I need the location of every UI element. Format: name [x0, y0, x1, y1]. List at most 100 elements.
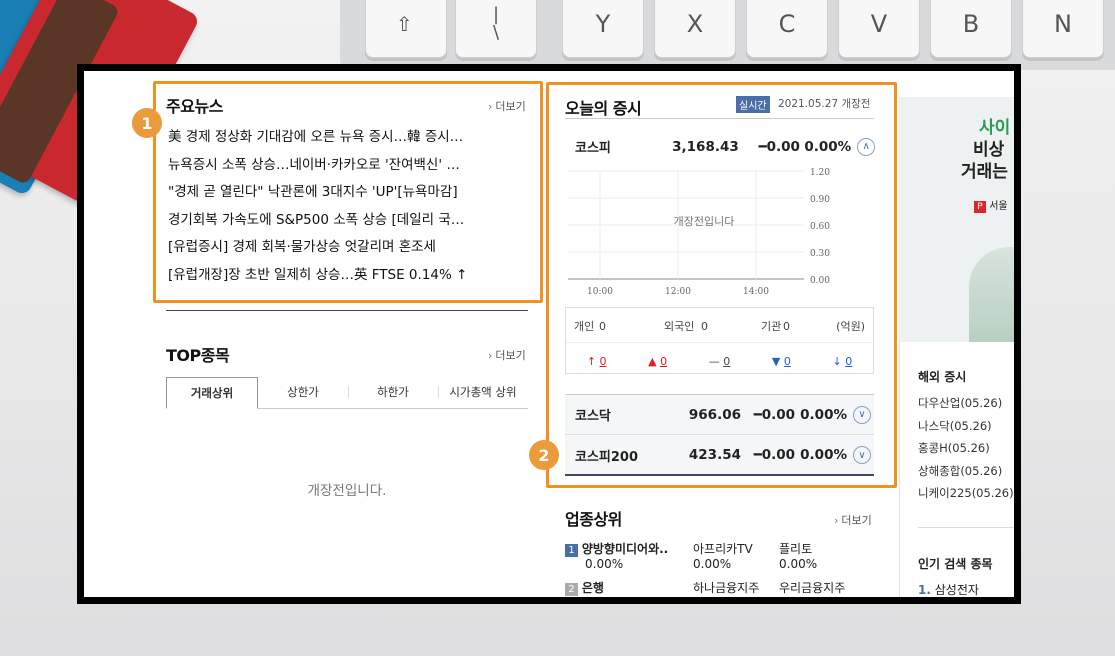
kospi200-change: ━0.00 — [753, 447, 795, 463]
fall-count[interactable]: 0 — [784, 355, 791, 368]
kosdaq-name[interactable]: 코스닥 — [575, 405, 655, 424]
y-tick-label: 1.20 — [810, 168, 830, 178]
expand-icon[interactable]: ∨ — [853, 446, 871, 464]
news-item[interactable]: 경기회복 가속도에 S&P500 소폭 상승 [데일리 국… — [168, 207, 538, 235]
sector-rank: 2 — [565, 583, 578, 596]
key-b: B — [930, 0, 1012, 58]
kospi-change: ━0.00 — [758, 138, 800, 155]
column-divider — [899, 342, 900, 597]
news-item[interactable]: [유럽개장]장 초반 일제히 상승…英 FTSE 0.14% ↑ — [168, 262, 538, 290]
sector-row: 2 은행 하나금융지주 우리금융지주 — [565, 579, 875, 596]
limit-up-count[interactable]: 0 — [600, 355, 607, 368]
overseas-title: 해외 증시 — [918, 370, 967, 384]
kosdaq-change: ━0.00 — [753, 406, 795, 423]
sector-name[interactable]: 양방향미디어와.. — [582, 542, 668, 556]
marker-1: 1 — [132, 108, 162, 138]
shift-key: ⇧ — [365, 0, 447, 58]
key-c: C — [746, 0, 828, 58]
index-list: 코스닥 966.06 ━0.00 0.00% ∨ 코스피200 423.54 ━… — [565, 394, 874, 476]
browser-screenshot: 1 주요뉴스 더보기 美 경제 정상화 기대감에 오른 뉴욕 증시…韓 증시… … — [77, 64, 1021, 604]
overseas-item[interactable]: 다우산업(05.26) — [918, 392, 1014, 415]
tab-upper-limit[interactable]: 상한가 — [258, 377, 348, 408]
y-tick-label: 0.00 — [810, 276, 830, 286]
sector-rank: 1 — [565, 544, 578, 557]
sector-stock-1[interactable]: 아프리카TV — [693, 542, 753, 556]
news-list: 美 경제 정상화 기대감에 오른 뉴욕 증시…韓 증시… 뉴욕증시 소폭 상승…… — [168, 124, 538, 289]
limit-down-count[interactable]: 0 — [845, 355, 852, 368]
sector-title: 업종상위 — [565, 510, 622, 529]
sector-stock-2[interactable]: 우리금융지주 — [779, 579, 845, 596]
y-tick-label: 0.90 — [810, 195, 830, 205]
sector-stock-1[interactable]: 하나금융지주 — [693, 579, 779, 596]
popular-name[interactable]: 삼성전자 — [935, 583, 979, 597]
collapse-icon[interactable]: ∧ — [857, 137, 875, 156]
sector-stock-2-rate: 0.00% — [779, 557, 818, 571]
overseas-item[interactable]: 나스닥(05.26) — [918, 415, 1014, 438]
rise-count[interactable]: 0 — [660, 355, 667, 368]
key-v: V — [838, 0, 920, 58]
popular-title: 인기 검색 종목 — [918, 557, 993, 571]
news-item[interactable]: "경제 곧 열린다" 낙관론에 3대지수 'UP'[뉴욕마감] — [168, 179, 538, 207]
kospi-name[interactable]: 코스피 — [575, 137, 654, 156]
individual-value: 0 — [599, 319, 606, 333]
ad-line1: 사이 — [979, 118, 1011, 138]
x-tick-label: 10:00 — [587, 287, 613, 297]
chart-notice: 개장전입니다 — [673, 215, 735, 228]
overseas-item[interactable]: 상해종합(05.26) — [918, 460, 1014, 483]
flat-icon: — — [708, 355, 720, 368]
tab-volume[interactable]: 거래상위 — [166, 377, 258, 409]
kospi-row: 코스피 3,168.43 ━0.00 0.00% ∧ — [575, 137, 875, 156]
key-y: Y — [562, 0, 644, 58]
top-more-link[interactable]: 더보기 — [488, 347, 525, 363]
ad-brand: P 서울 — [974, 197, 1008, 213]
news-item[interactable]: 美 경제 정상화 기대감에 오른 뉴욕 증시…韓 증시… — [168, 124, 538, 152]
top-empty-notice: 개장전입니다. — [307, 483, 387, 499]
limit-down-icon: ↓ — [832, 355, 842, 368]
sector-stock-2[interactable]: 플리토 — [779, 542, 812, 556]
kosdaq-row[interactable]: 코스닥 966.06 ━0.00 0.00% ∨ — [565, 395, 874, 435]
side-divider — [918, 527, 1014, 528]
y-tick-label: 0.30 — [810, 249, 830, 259]
tab-lower-limit[interactable]: 하한가 — [348, 377, 438, 408]
limit-up-icon: ↑ — [586, 355, 597, 368]
y-tick-label: 0.60 — [810, 222, 830, 232]
foreign-label: 외국인 — [664, 320, 695, 333]
market-title: 오늘의 증시 — [565, 99, 642, 118]
rise-icon: ▲ — [648, 355, 657, 368]
flat-count[interactable]: 0 — [723, 355, 730, 368]
key-n: N — [1022, 0, 1104, 58]
kosdaq-rate: 0.00% — [800, 406, 847, 423]
sector-row: 1 양방향미디어와.. 0.00% 아프리카TV 0.00% 플리토 0.00% — [565, 540, 875, 571]
kospi200-row[interactable]: 코스피200 423.54 ━0.00 0.00% ∨ — [565, 435, 874, 475]
kospi200-name[interactable]: 코스피200 — [575, 446, 655, 465]
news-more-link[interactable]: 더보기 — [488, 98, 525, 114]
kospi-rate: 0.00% — [804, 138, 852, 155]
ad-banner[interactable]: 사이 비상 거래는 P 서울 — [899, 97, 1014, 342]
key-x: X — [654, 0, 736, 58]
popular-item[interactable]: 1. 삼성전자 — [918, 581, 979, 597]
sector-more-link[interactable]: 더보기 — [834, 512, 871, 528]
kospi200-rate: 0.00% — [800, 447, 847, 463]
ad-plant-image — [969, 247, 1014, 342]
overseas-item[interactable]: 홍콩H(05.26) — [918, 437, 1014, 460]
brand-logo-icon: P — [974, 201, 986, 213]
market-divider — [565, 118, 874, 119]
kospi200-value: 423.54 — [688, 447, 741, 463]
market-date: 2021.05.27 개장전 — [778, 98, 871, 110]
overseas-item[interactable]: 니케이225(05.26) — [918, 482, 1014, 505]
ad-brand-text: 서울 — [989, 201, 1008, 212]
news-item[interactable]: [유럽증시] 경제 회복·물가상승 엇갈리며 혼조세 — [168, 234, 538, 262]
x-tick-label: 12:00 — [665, 287, 691, 297]
sector-name[interactable]: 은행 — [582, 581, 604, 595]
kospi-value: 3,168.43 — [672, 138, 739, 155]
keyboard-photo: ⇧ | \ Y X C V B N — [340, 0, 1115, 70]
news-title: 주요뉴스 — [166, 97, 223, 116]
kosdaq-value: 966.06 — [688, 406, 741, 423]
expand-icon[interactable]: ∨ — [853, 405, 871, 424]
backslash-key: | \ — [455, 0, 537, 58]
marker-2: 2 — [529, 440, 559, 470]
news-item[interactable]: 뉴욕증시 소폭 상승…네이버·카카오로 '잔여백신' … — [168, 152, 538, 180]
institution-value: 0 — [783, 319, 790, 333]
tab-market-cap[interactable]: 시가총액 상위 — [438, 377, 528, 408]
sector-rate: 0.00% — [585, 557, 624, 571]
